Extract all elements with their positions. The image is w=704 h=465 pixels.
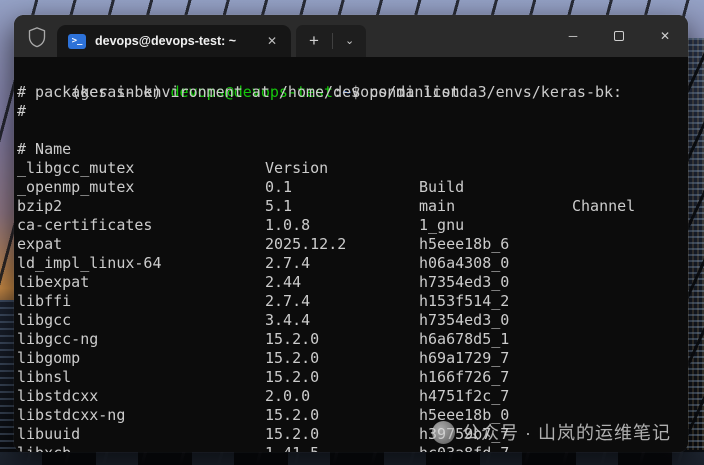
table-row: expat 2.7.4 h7354ed3_0 bbox=[17, 216, 688, 291]
package-table: _libgcc_mutex 0.1 main _openmp_mutex 5.1… bbox=[17, 140, 688, 452]
maximize-icon bbox=[614, 31, 624, 41]
package-name: libxcb bbox=[17, 444, 71, 452]
table-row: _libgcc_mutex 0.1 main bbox=[17, 140, 688, 215]
tab-actions: + ⌄ bbox=[296, 25, 367, 57]
terminal-window: >_ devops@devops-test: ~ ✕ + ⌄ ─ ✕ (kera… bbox=[14, 15, 688, 452]
maximize-button[interactable] bbox=[596, 15, 642, 57]
background-bottom-strip bbox=[0, 452, 704, 465]
table-row: _openmp_mutex 5.1 1_gnu bbox=[17, 159, 688, 234]
minimize-button[interactable]: ─ bbox=[550, 15, 596, 57]
env-info-line: # packages in environment at /home/devop… bbox=[17, 83, 623, 101]
table-row: ld_impl_linux-64 2.44 h153f514_2 bbox=[17, 235, 688, 310]
table-row: libgcc-ng 15.2.0 h166f726_7 bbox=[17, 311, 688, 386]
table-row: libstdcxx-ng 15.2.0 hc03a8fd_7 bbox=[17, 387, 688, 452]
tab-dropdown-icon[interactable]: ⌄ bbox=[333, 26, 366, 56]
terminal-content[interactable]: (keras-bk) devops@devops-test:~$ conda l… bbox=[14, 57, 688, 452]
package-version: 1.41.5 bbox=[265, 444, 319, 452]
tab-devops[interactable]: >_ devops@devops-test: ~ ✕ bbox=[57, 25, 291, 57]
admin-shield-icon bbox=[28, 27, 46, 48]
close-button[interactable]: ✕ bbox=[642, 15, 688, 57]
package-build: hc03a8fd_7 bbox=[419, 444, 509, 452]
table-row: libnsl 2.0.0 h5eee18b_0 bbox=[17, 349, 688, 424]
table-header-row: # Name Version Build Channel bbox=[17, 121, 688, 215]
tab-close-icon[interactable]: ✕ bbox=[259, 32, 285, 50]
table-row: libuuid 1.41.5 h5eee18b_0 bbox=[17, 406, 688, 452]
table-row: libstdcxx 15.2.0 h39759b7_7 bbox=[17, 368, 688, 443]
titlebar[interactable]: >_ devops@devops-test: ~ ✕ + ⌄ ─ ✕ bbox=[14, 15, 688, 57]
powershell-icon: >_ bbox=[68, 33, 86, 49]
table-row: libexpat 2.7.4 h7354ed3_0 bbox=[17, 254, 688, 329]
tab-title: devops@devops-test: ~ bbox=[95, 34, 237, 48]
table-row: libgcc 15.2.0 h69a1729_7 bbox=[17, 292, 688, 367]
caption-buttons: ─ ✕ bbox=[550, 15, 688, 57]
table-row: libxcb 1.17.0 h9b100fa_0 bbox=[17, 425, 688, 452]
new-tab-button[interactable]: + bbox=[296, 26, 332, 56]
table-row: libffi 3.4.4 h6a678d5_1 bbox=[17, 273, 688, 348]
table-row: libgomp 15.2.0 h4751f2c_7 bbox=[17, 330, 688, 405]
table-row: bzip2 1.0.8 h5eee18b_6 bbox=[17, 178, 688, 253]
prompt-line: (keras-bk) devops@devops-test:~$ conda l… bbox=[17, 64, 688, 101]
table-row: ca-certificates 2025.12.2 h06a4308_0 bbox=[17, 197, 688, 272]
comment-line: # bbox=[17, 102, 27, 120]
